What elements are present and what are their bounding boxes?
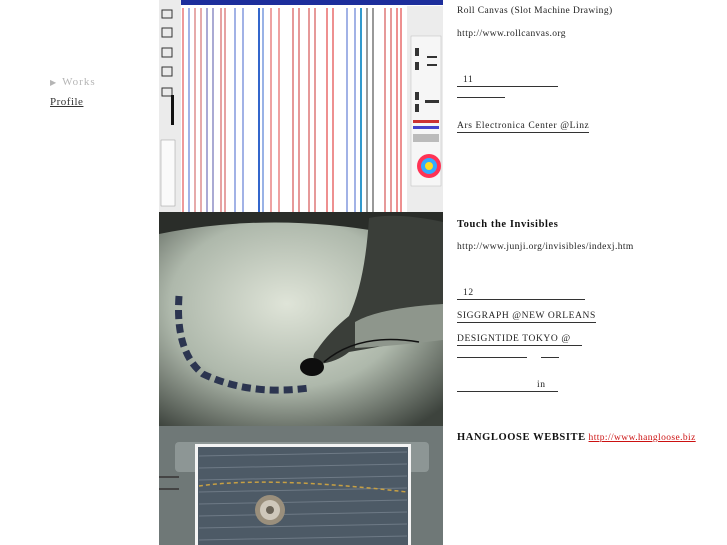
nav-item-works[interactable]: ▶ Works	[50, 76, 96, 88]
project-rollcanvas-venue: Ars Electronica Center @Linz	[457, 121, 590, 133]
project-rollcanvas-line-1: 11	[457, 75, 558, 87]
project-invisibles-line-5: in	[457, 380, 558, 392]
project-invisibles-link[interactable]: http://www.junji.org/invisibles/indexj.h…	[457, 242, 634, 252]
rollcanvas-thumbnail[interactable]	[159, 0, 443, 212]
project-rollcanvas-title: Roll Canvas (Slot Machine Drawing)	[457, 6, 613, 16]
project-invisibles-title: Touch the Invisibles	[457, 219, 559, 230]
project-invisibles-line-4b	[541, 357, 559, 358]
project-hangloose-link[interactable]: http://www.hangloose.biz	[589, 433, 696, 443]
nav-item-profile[interactable]: Profile	[50, 96, 96, 108]
touch-invisibles-thumbnail[interactable]	[159, 212, 443, 426]
project-invisibles-designtide: DESIGNTIDE TOKYO @	[457, 334, 582, 346]
project-rollcanvas-line-2	[457, 97, 505, 98]
main-nav: ▶ Works Profile	[50, 76, 96, 108]
nav-works-label: Works	[62, 76, 96, 88]
triangle-right-icon: ▶	[50, 77, 58, 87]
project-invisibles-line-4a	[457, 357, 527, 358]
project-invisibles-line-1: 12	[457, 288, 585, 300]
project-hangloose-title: HANGLOOSE WEBSITE	[457, 432, 586, 443]
hangloose-thumbnail[interactable]	[159, 426, 443, 545]
project-hangloose: HANGLOOSE WEBSITE http://www.hangloose.b…	[457, 432, 696, 443]
project-invisibles-siggraph: SIGGRAPH @NEW ORLEANS	[457, 311, 596, 323]
project-rollcanvas-link[interactable]: http://www.rollcanvas.org	[457, 29, 566, 39]
